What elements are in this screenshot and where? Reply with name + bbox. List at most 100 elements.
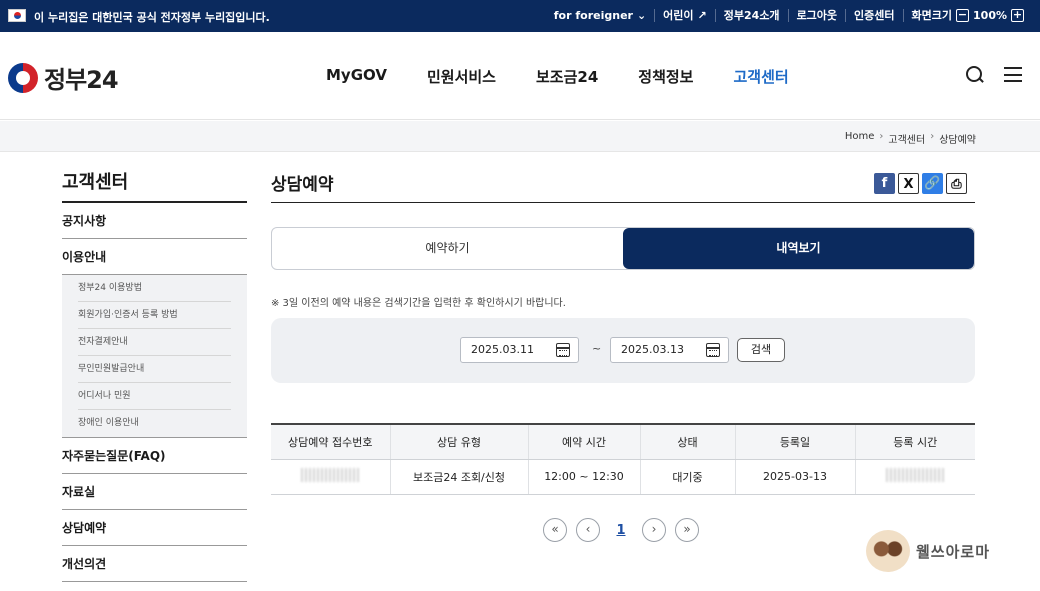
sidebar-sub-accessibility[interactable]: 장애인 이용안내 [78, 410, 231, 437]
sidebar-sub-anywhere[interactable]: 어디서나 민원 [78, 383, 231, 410]
date-search-box: 2025.03.11 ~ 2025.03.13 검색 [271, 318, 975, 383]
menu-icon[interactable] [1004, 66, 1022, 82]
sidebar-item-feedback[interactable]: 개선의견 [62, 546, 247, 582]
kids-link[interactable]: 어린이 ↗ [654, 9, 715, 22]
watermark: 웰쓰아로마 [866, 530, 990, 572]
breadcrumb-bar: Home › 고객센터 › 상담예약 [0, 121, 1040, 152]
consult-type-cell: 보조금24 조회/신청 [389, 459, 528, 495]
receipt-no-cell [271, 459, 390, 495]
sidebar-sub-kiosk[interactable]: 무인민원발급안내 [78, 356, 231, 383]
search-period-note: ※ 3일 이전의 예약 내용은 검색기간을 입력한 후 확인하시기 바랍니다. [271, 298, 566, 309]
redacted-value [886, 468, 945, 482]
sidebar-sub-payment[interactable]: 전자결제안내 [78, 329, 231, 356]
calendar-icon[interactable] [556, 343, 570, 357]
reg-date-cell: 2025-03-13 [734, 459, 855, 495]
zoom-out-button[interactable]: − [956, 9, 970, 22]
chevron-down-icon: ⌄ [636, 9, 647, 22]
page-title: 상담예약 [271, 168, 975, 203]
calendar-icon[interactable] [706, 343, 720, 357]
share-toolbar: f X 🔗 ⎙ [874, 173, 967, 194]
tab-history[interactable]: 내역보기 [623, 228, 974, 269]
date-range-separator: ~ [592, 342, 602, 355]
logout-link[interactable]: 로그아웃 [787, 9, 845, 22]
sidebar-sub-how-to-use[interactable]: 정부24 이용방법 [78, 275, 231, 302]
sidebar-item-archive[interactable]: 자료실 [62, 474, 247, 510]
watermark-text: 웰쓰아로마 [916, 542, 991, 561]
status-cell: 대기중 [639, 459, 735, 495]
watermark-avatar [866, 530, 910, 572]
page-1-link[interactable]: 1 [609, 523, 633, 538]
zoom-value: 100% [973, 9, 1007, 22]
redacted-value [301, 468, 360, 482]
tab-reserve[interactable]: 예약하기 [272, 228, 623, 269]
col-reg-time: 등록 시간 [854, 423, 975, 460]
cert-center-link[interactable]: 인증센터 [845, 9, 902, 22]
site-header: 정부24 MyGOV 민원서비스 보조금24 정책정보 고객센터 [0, 32, 1040, 120]
search-icon[interactable] [966, 66, 984, 84]
sidebar-item-faq[interactable]: 자주묻는질문(FAQ) [62, 438, 247, 474]
gov24-logo[interactable]: 정부24 [8, 60, 119, 95]
sidebar-item-notice[interactable]: 공지사항 [62, 203, 247, 239]
nav-subsidy24[interactable]: 보조금24 [536, 66, 598, 87]
main-nav: MyGOV 민원서비스 보조금24 정책정보 고객센터 [326, 66, 789, 87]
next-page-button[interactable]: › [642, 518, 666, 542]
sidebar-sub-signup-cert[interactable]: 회원가입·인증서 등록 방법 [78, 302, 231, 329]
reservation-table: 상담예약 접수번호 상담 유형 예약 시간 상태 등록일 등록 시간 보조금24… [271, 423, 975, 495]
sidebar-title: 고객센터 [62, 168, 247, 203]
facebook-share-icon[interactable]: f [874, 173, 895, 194]
gov-notice: 이 누리집은 대한민국 공식 전자정부 누리집입니다. [34, 11, 270, 24]
for-foreigner-label: for foreigner [553, 9, 633, 22]
taegeuk-logo-icon [8, 62, 38, 93]
col-reserve-time: 예약 시간 [527, 423, 640, 460]
date-to-field[interactable]: 2025.03.13 [610, 337, 729, 363]
about-link[interactable]: 정부24소개 [714, 9, 788, 22]
search-button[interactable]: 검색 [737, 338, 785, 362]
reserve-time-cell: 12:00 ~ 12:30 [527, 459, 640, 495]
nav-mygov[interactable]: MyGOV [326, 66, 387, 87]
chevron-right-icon: › [879, 131, 884, 142]
reservation-tabs: 예약하기 내역보기 [271, 227, 975, 270]
kids-label: 어린이 [663, 9, 694, 22]
breadcrumb-current: 상담예약 [939, 135, 976, 146]
main-content: 상담예약 f X 🔗 ⎙ 예약하기 내역보기 ※ 3일 이전의 예약 내용은 검… [271, 168, 975, 542]
table-header-row: 상담예약 접수번호 상담 유형 예약 시간 상태 등록일 등록 시간 [271, 423, 975, 460]
breadcrumb-customer-center[interactable]: 고객센터 [888, 131, 925, 146]
sidebar-item-guide[interactable]: 이용안내 [62, 239, 247, 275]
zoom-control: 화면크기 − 100% + [902, 9, 1032, 22]
table-row[interactable]: 보조금24 조회/신청 12:00 ~ 12:30 대기중 2025-03-13 [271, 459, 975, 495]
nav-customer-center[interactable]: 고객센터 [733, 66, 788, 87]
gov-banner: 이 누리집은 대한민국 공식 전자정부 누리집입니다. for foreigne… [0, 0, 1040, 32]
x-share-icon[interactable]: X [898, 173, 919, 194]
col-consult-type: 상담 유형 [389, 423, 528, 460]
print-icon[interactable]: ⎙ [946, 173, 967, 194]
external-link-icon: ↗ [697, 9, 707, 22]
korea-flag-icon [8, 9, 26, 22]
pagination: « ‹ 1 › » [543, 518, 699, 542]
breadcrumb: Home › 고객센터 › 상담예약 [845, 131, 976, 146]
sidebar-item-consult-reservation[interactable]: 상담예약 [62, 510, 247, 546]
last-page-button[interactable]: » [675, 518, 699, 542]
col-reg-date: 등록일 [734, 423, 855, 460]
sidebar-menu: 공지사항 이용안내 정부24 이용방법 회원가입·인증서 등록 방법 전자결제안… [62, 203, 247, 582]
prev-page-button[interactable]: ‹ [576, 518, 600, 542]
breadcrumb-home[interactable]: Home [845, 131, 875, 146]
first-page-button[interactable]: « [543, 518, 567, 542]
zoom-in-button[interactable]: + [1011, 9, 1024, 22]
nav-policy-info[interactable]: 정책정보 [638, 66, 693, 87]
sidebar: 고객센터 공지사항 이용안내 정부24 이용방법 회원가입·인증서 등록 방법 … [62, 168, 247, 582]
for-foreigner-link[interactable]: for foreigner ⌄ [546, 9, 654, 22]
header-actions [966, 66, 1022, 84]
date-from-value: 2025.03.11 [471, 343, 534, 356]
col-status: 상태 [639, 423, 735, 460]
col-receipt-no: 상담예약 접수번호 [271, 423, 390, 460]
link-copy-icon[interactable]: 🔗 [922, 173, 943, 194]
nav-civil-service[interactable]: 민원서비스 [427, 66, 496, 87]
date-to-value: 2025.03.13 [621, 343, 684, 356]
sidebar-submenu: 정부24 이용방법 회원가입·인증서 등록 방법 전자결제안내 무인민원발급안내… [62, 275, 247, 438]
logo-text: 정부24 [44, 66, 119, 94]
utility-menu: for foreigner ⌄ 어린이 ↗ 정부24소개 로그아웃 인증센터 화면크… [546, 9, 1032, 22]
zoom-label: 화면크기 [911, 9, 953, 22]
chevron-right-icon: › [930, 131, 935, 142]
reg-time-cell [854, 459, 975, 495]
date-from-field[interactable]: 2025.03.11 [460, 337, 579, 363]
